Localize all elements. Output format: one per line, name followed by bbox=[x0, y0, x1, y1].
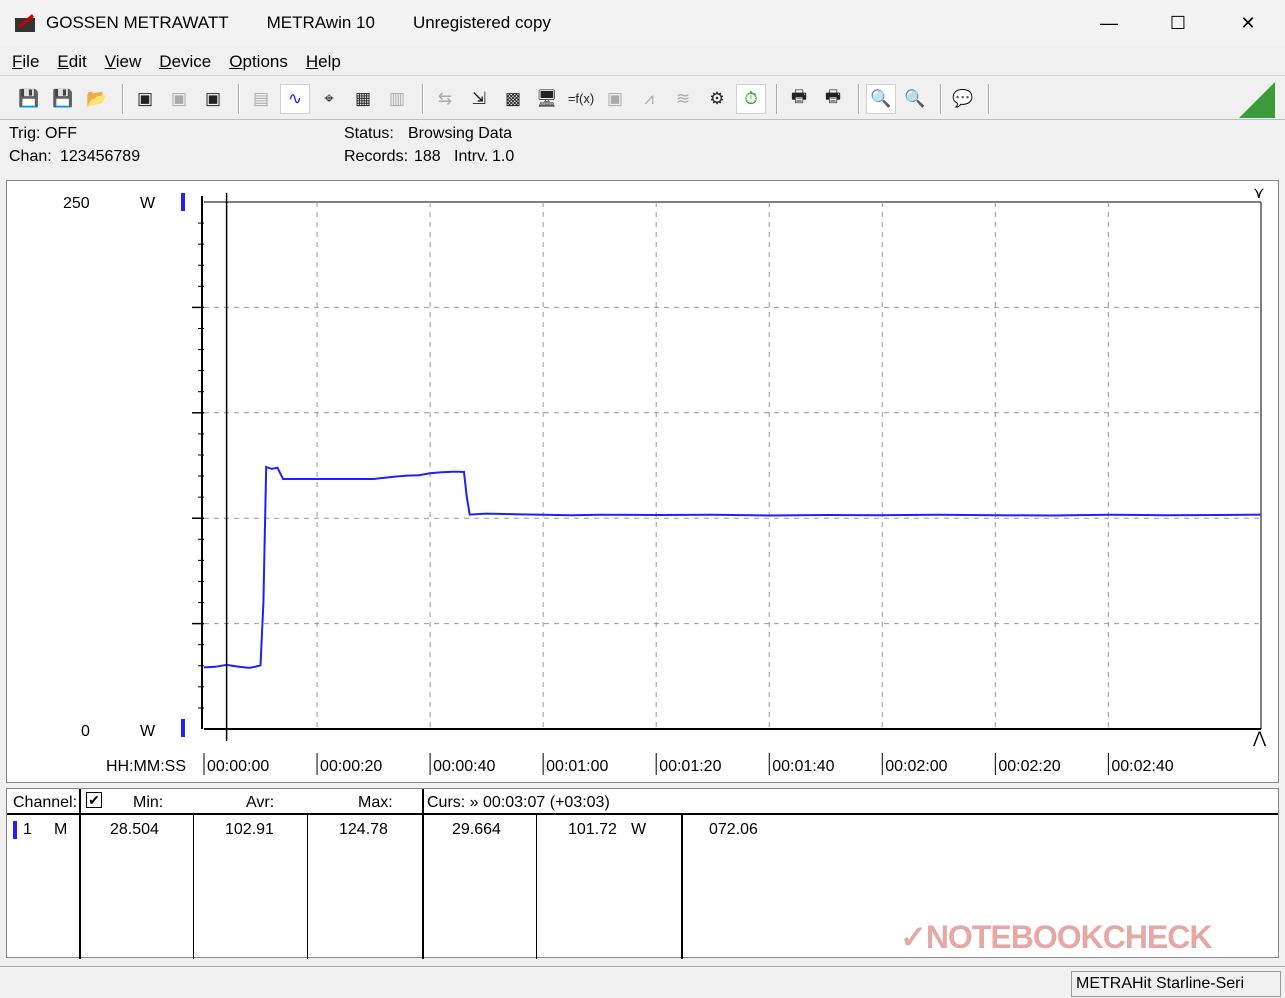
interval-value: 1.0 bbox=[492, 148, 515, 165]
meter-receive-icon[interactable]: ▣ bbox=[164, 84, 194, 114]
vendor-title: GOSSEN METRAWATT bbox=[46, 13, 229, 32]
trig-label: Trig: bbox=[9, 125, 41, 142]
menu-device[interactable]: Device bbox=[159, 52, 211, 72]
chan-value: 123456789 bbox=[60, 148, 141, 165]
channel-header: Channel: bbox=[13, 794, 78, 811]
print-icon[interactable]: 🖶 bbox=[784, 84, 814, 114]
x-tick-label: 00:00:20 bbox=[320, 758, 382, 775]
x-tick-label: 00:01:20 bbox=[659, 758, 721, 775]
function-icon[interactable]: =f(x) bbox=[566, 84, 596, 114]
min-value: 28.504 bbox=[110, 821, 159, 838]
y-unit-top: W bbox=[140, 195, 156, 212]
counter-icon[interactable]: ▤ bbox=[246, 84, 276, 114]
save-export-icon[interactable]: 💾 bbox=[14, 84, 44, 114]
records-label: Records: bbox=[344, 148, 409, 165]
channel-number: 1 bbox=[23, 821, 32, 838]
x-tick-label: 00:02:40 bbox=[1111, 758, 1173, 775]
y-unit-bottom: W bbox=[140, 723, 156, 740]
zoom-waveform-icon[interactable]: 🔍 bbox=[866, 83, 896, 114]
chan-label: Chan: bbox=[9, 148, 52, 165]
app-title: METRAwin 10 bbox=[266, 13, 375, 32]
records-value: 188 bbox=[414, 148, 441, 165]
power-chart[interactable]: 250 W 0 W HH:MM:SS 00:00:00 00:00:20 00:00… bbox=[7, 181, 1280, 784]
x-tick-label: 00:01:00 bbox=[546, 758, 608, 775]
x-axis-end-icon: ⋀ bbox=[1252, 730, 1267, 747]
app-logo-icon bbox=[15, 14, 35, 32]
y-max-marker[interactable] bbox=[181, 193, 185, 211]
channel-color-marker bbox=[13, 821, 17, 839]
wave-icon[interactable]: ⩘ bbox=[634, 84, 664, 114]
status-label: Status: bbox=[344, 125, 394, 142]
zoom-icon[interactable]: 🔍 bbox=[900, 84, 930, 114]
maximize-button[interactable]: ☐ bbox=[1143, 0, 1213, 46]
y-min-marker[interactable] bbox=[181, 719, 185, 737]
interval-label: Intrv. bbox=[454, 148, 489, 165]
status-panel: Trig: OFF Chan: 123456789 Status: Browsi… bbox=[0, 122, 1285, 176]
open-folder-icon[interactable]: 📂 bbox=[82, 84, 112, 114]
cursor-value: 29.664 bbox=[452, 821, 501, 838]
current-value: 101.72 bbox=[568, 821, 617, 838]
cursor-header: Curs: » 00:03:07 (+03:03) bbox=[427, 794, 610, 811]
y-max-label: 250 bbox=[63, 195, 90, 212]
title-bar: GOSSEN METRAWATT METRAwin 10 Unregistere… bbox=[0, 0, 1285, 46]
max-value: 124.78 bbox=[339, 821, 388, 838]
waveform-icon[interactable]: ∿ bbox=[280, 83, 310, 114]
settings-icon[interactable]: ⚙ bbox=[702, 84, 732, 114]
x-tick-label: 00:02:20 bbox=[998, 758, 1060, 775]
avr-header: Avr: bbox=[246, 794, 275, 811]
memory-send-icon[interactable]: ▣ bbox=[198, 84, 228, 114]
x-axis-label: HH:MM:SS bbox=[106, 758, 186, 775]
y-axis-end-icon: ⋎ bbox=[1253, 185, 1265, 202]
channel-mode: M bbox=[54, 821, 68, 838]
chart-area[interactable]: 250 W 0 W HH:MM:SS 00:00:00 00:00:20 00:00… bbox=[6, 180, 1279, 783]
comment-icon[interactable]: 💬 bbox=[948, 84, 978, 114]
menu-edit[interactable]: Edit bbox=[57, 52, 86, 72]
series-line bbox=[203, 465, 1262, 669]
x-tick-label: 00:01:40 bbox=[772, 758, 834, 775]
meter-icon[interactable]: ▣ bbox=[600, 84, 630, 114]
avr-value: 102.91 bbox=[225, 821, 274, 838]
max-header: Max: bbox=[358, 794, 393, 811]
registration-title: Unregistered copy bbox=[412, 13, 551, 32]
status-value: Browsing Data bbox=[408, 125, 513, 142]
toolbar: 💾 💾 📂 ▣ ▣ ▣ ▤ ∿ ⌖ ▦ ▥ ⇆ ⇲ ▩ 🖥 =f(x) ▣ ⩘ … bbox=[0, 78, 1285, 120]
notebookcheck-watermark: ✓NOTEBOOKCHECK bbox=[900, 919, 1212, 955]
resize-indicator bbox=[1239, 82, 1275, 118]
menu-help[interactable]: Help bbox=[306, 52, 341, 72]
trig-value: OFF bbox=[45, 125, 77, 142]
menu-view[interactable]: View bbox=[105, 52, 142, 72]
min-header: Min: bbox=[133, 794, 164, 811]
transfer-icon[interactable]: ⇆ bbox=[430, 84, 460, 114]
noise-icon[interactable]: ≋ bbox=[668, 84, 698, 114]
clock-icon[interactable]: ⏱ bbox=[736, 83, 766, 114]
print-setup-icon[interactable]: 🖶 bbox=[818, 84, 848, 114]
device-status: METRAHit Starline-Seri bbox=[1071, 971, 1281, 997]
save-import-icon[interactable]: 💾 bbox=[48, 84, 78, 114]
minimize-button[interactable]: — bbox=[1074, 0, 1144, 46]
monitor-icon[interactable]: 🖥 bbox=[532, 84, 562, 114]
menu-file[interactable]: File bbox=[12, 52, 39, 72]
x-tick-label: 00:00:00 bbox=[207, 758, 269, 775]
crosshair-icon[interactable]: ⌖ bbox=[314, 84, 344, 114]
x-tick-label: 00:02:00 bbox=[885, 758, 947, 775]
bar-chart-icon[interactable]: ▥ bbox=[382, 84, 412, 114]
data-matrix-icon[interactable]: ▩ bbox=[498, 84, 528, 114]
channel-checkbox[interactable]: ✔ bbox=[86, 792, 102, 808]
close-button[interactable]: ✕ bbox=[1213, 0, 1283, 46]
current-unit: W bbox=[631, 821, 647, 838]
status-bar: METRAHit Starline-Seri bbox=[0, 966, 1285, 998]
menu-bar: File Edit View Device Options Help bbox=[0, 48, 1285, 76]
meter-send-icon[interactable]: ▣ bbox=[130, 84, 160, 114]
extra-value: 072.06 bbox=[709, 821, 758, 838]
table-icon[interactable]: ▦ bbox=[348, 84, 378, 114]
y-min-label: 0 bbox=[81, 723, 90, 740]
menu-options[interactable]: Options bbox=[229, 52, 288, 72]
download-icon[interactable]: ⇲ bbox=[464, 84, 494, 114]
x-tick-label: 00:00:40 bbox=[433, 758, 495, 775]
